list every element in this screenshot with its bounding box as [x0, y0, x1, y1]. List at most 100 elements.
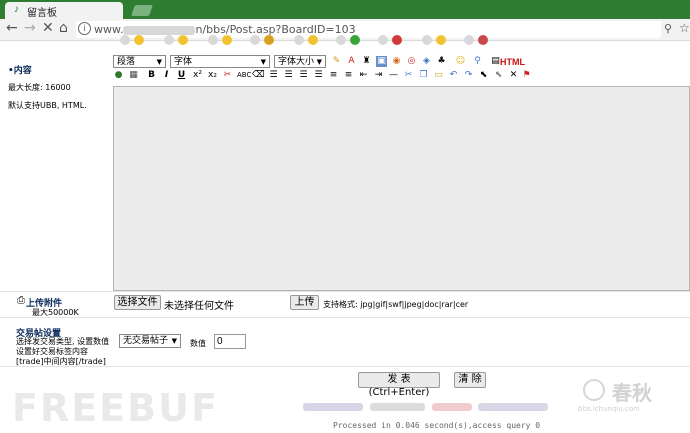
home-icon[interactable]: ⌂ — [59, 20, 68, 36]
trade-type-select[interactable]: 无交易帖子 ▼ — [119, 334, 181, 348]
find-icon[interactable]: ♜ — [361, 56, 372, 67]
superscript-icon[interactable]: x² — [192, 70, 203, 81]
smiley-icon[interactable] — [436, 35, 446, 45]
pointer-icon[interactable]: ⬉ — [493, 70, 504, 81]
smiley-icon[interactable] — [178, 35, 188, 45]
globe-icon[interactable]: ● — [113, 70, 124, 81]
ichunqiu-watermark: 春秋 — [612, 381, 652, 405]
processed-time-text: Processed in 0.046 second(s),access quer… — [333, 421, 541, 430]
font-color-icon[interactable]: A — [346, 56, 357, 67]
align-right-icon[interactable]: ☰ — [298, 70, 309, 81]
divider — [0, 291, 690, 292]
trade-value-input[interactable]: 0 — [214, 334, 246, 349]
smiley-icon[interactable] — [134, 35, 144, 45]
image-icon[interactable]: ▣ — [376, 56, 387, 67]
radio-icon[interactable] — [208, 35, 218, 45]
divider — [0, 317, 690, 318]
unordered-list-icon[interactable]: ≡ — [343, 70, 354, 81]
align-center-icon[interactable]: ☰ — [283, 70, 294, 81]
html-mode-button[interactable]: HTML — [500, 57, 525, 67]
radio-icon[interactable] — [378, 35, 388, 45]
page-favicon-icon: ♪ — [14, 4, 19, 15]
browser-tab[interactable]: ♪ 留言板 — [5, 2, 123, 19]
video-icon[interactable]: ◈ — [421, 56, 432, 67]
radio-icon[interactable] — [120, 35, 130, 45]
cut-icon[interactable]: ✂ — [403, 70, 414, 81]
heart-icon[interactable] — [392, 35, 402, 45]
table-icon[interactable]: ▦ — [128, 70, 139, 81]
indent-icon[interactable]: ⇥ — [373, 70, 384, 81]
size-select[interactable]: 字体大小 ▼ — [274, 55, 326, 68]
pen-icon[interactable]: ✎ — [331, 56, 342, 67]
radio-icon[interactable] — [294, 35, 304, 45]
bold-icon[interactable]: B — [146, 70, 157, 81]
bookmark-star-icon[interactable]: ☆ — [679, 21, 690, 35]
font-select[interactable]: 字体 ▼ — [170, 55, 270, 68]
ichunqiu-logo-icon — [583, 379, 605, 401]
ichunqiu-url-watermark: bbs.ichunqiu.com — [578, 405, 640, 413]
outdent-icon[interactable]: ⇤ — [358, 70, 369, 81]
default-support-text: 默认支持UBB, HTML. — [8, 101, 87, 110]
radio-icon[interactable] — [164, 35, 174, 45]
smiley-icon[interactable] — [308, 35, 318, 45]
subscript-icon[interactable]: x₂ — [207, 70, 218, 81]
supported-formats-text: 支持格式: jpg|gif|swf|jpeg|doc|rar|cer — [323, 300, 469, 309]
back-icon[interactable]: ← — [6, 20, 18, 36]
footer-redacted — [303, 403, 363, 411]
forward-icon[interactable]: → — [24, 20, 36, 36]
choose-file-button[interactable]: 选择文件 — [114, 295, 161, 310]
radio-icon[interactable] — [422, 35, 432, 45]
url-text: www. n/bbs/Post.asp?BoardID=103 — [94, 23, 356, 36]
tab-title: 留言板 — [27, 8, 57, 19]
search-icon[interactable]: ⚲ — [472, 56, 483, 67]
emoticon-icon[interactable]: ☺ — [455, 56, 466, 67]
paste-icon[interactable]: ▭ — [433, 70, 444, 81]
divider — [0, 366, 690, 367]
media-icon[interactable]: ◎ — [406, 56, 417, 67]
smiley-icon[interactable] — [350, 35, 360, 45]
zoom-icon[interactable]: ⚲ — [664, 22, 672, 35]
undo-icon[interactable]: ↶ — [448, 70, 459, 81]
eraser-icon[interactable]: ⌫ — [252, 70, 265, 81]
flag-icon[interactable]: ⚑ — [521, 70, 532, 81]
submit-button[interactable]: 发 表 (Ctrl+Enter) — [358, 372, 440, 398]
content-label: •内容 — [8, 66, 32, 76]
radio-icon[interactable] — [464, 35, 474, 45]
no-file-text: 未选择任何文件 — [164, 301, 234, 312]
align-left-icon[interactable]: ☰ — [268, 70, 279, 81]
freebuf-watermark: FREEBUF — [12, 386, 219, 430]
smiley-icon[interactable] — [222, 35, 232, 45]
select-icon[interactable]: ⬉ — [478, 70, 489, 81]
smiley-icon[interactable] — [478, 35, 488, 45]
radio-icon[interactable] — [336, 35, 346, 45]
value-label: 数值 — [190, 339, 206, 348]
underline-icon[interactable]: U — [176, 70, 187, 81]
radio-icon[interactable] — [250, 35, 260, 45]
post-form: •内容 最大长度: 16000 默认支持UBB, HTML. 段落 ▼ 字体 ▼ 字… — [0, 35, 690, 433]
footer-redacted — [370, 403, 425, 411]
ordered-list-icon[interactable]: ≡ — [328, 70, 339, 81]
address-bar[interactable]: i www. n/bbs/Post.asp?BoardID=103 — [76, 21, 661, 38]
paperclip-icon: ⎙ — [17, 295, 25, 306]
upload-button[interactable]: 上传 — [290, 295, 319, 310]
max-length-text: 最大长度: 16000 — [8, 83, 71, 92]
format-select[interactable]: 段落 ▼ — [113, 55, 166, 68]
flash-icon[interactable]: ◉ — [391, 56, 402, 67]
smiley-icon[interactable] — [264, 35, 274, 45]
new-tab-button[interactable] — [130, 5, 154, 16]
redo-icon[interactable]: ↷ — [463, 70, 474, 81]
stop-icon[interactable]: ✕ — [42, 20, 54, 36]
clear-button[interactable]: 清 除 — [454, 372, 486, 388]
horizontal-rule-icon[interactable]: — — [388, 70, 399, 81]
copy-icon[interactable]: ❐ — [418, 70, 429, 81]
url-redacted — [123, 25, 196, 35]
abc-icon[interactable]: ABC — [237, 70, 251, 81]
remove-icon[interactable]: ✕ — [508, 70, 519, 81]
content-editor[interactable] — [113, 86, 690, 291]
justify-icon[interactable]: ☰ — [313, 70, 324, 81]
qq-icon[interactable]: ♣ — [436, 56, 447, 67]
info-icon[interactable]: i — [78, 22, 91, 35]
strikethrough-icon[interactable]: ✂ — [222, 70, 233, 81]
footer-redacted — [432, 403, 472, 411]
italic-icon[interactable]: I — [161, 70, 172, 81]
